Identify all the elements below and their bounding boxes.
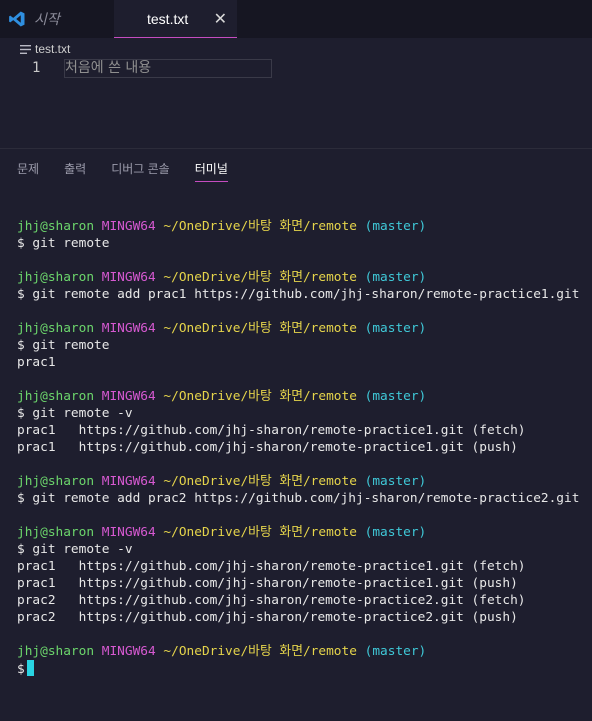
terminal-command-line: $ git remote xyxy=(17,236,110,251)
terminal-command-line: $ git remote -v xyxy=(17,542,133,557)
terminal-prompt-line: jhj@sharon MINGW64 ~/OneDrive/바탕 화면/remo… xyxy=(17,524,587,541)
prompt-user: jhj@sharon xyxy=(17,219,95,234)
tab-test-txt[interactable]: test.txt ✕ xyxy=(114,0,237,38)
terminal-prompt-line: jhj@sharon MINGW64 ~/OneDrive/바탕 화면/remo… xyxy=(17,473,587,490)
prompt-branch: (master) xyxy=(364,321,427,336)
terminal-prompt-line: jhj@sharon MINGW64 ~/OneDrive/바탕 화면/remo… xyxy=(17,643,587,660)
prompt-user: jhj@sharon xyxy=(17,525,95,540)
prompt-path: ~/OneDrive/바탕 화면/remote xyxy=(163,270,357,285)
editor-tab-bar: 시작 test.txt ✕ xyxy=(0,0,592,38)
prompt-path: ~/OneDrive/바탕 화면/remote xyxy=(163,389,357,404)
prompt-system: MINGW64 xyxy=(101,270,156,285)
prompt-branch: (master) xyxy=(364,389,427,404)
prompt-system: MINGW64 xyxy=(101,321,156,336)
prompt-branch: (master) xyxy=(364,525,427,540)
line-number: 1 xyxy=(32,60,41,76)
prompt-system: MINGW64 xyxy=(101,219,156,234)
tab-start[interactable]: 시작 xyxy=(0,0,114,38)
terminal-command-line: $ git remote xyxy=(17,338,110,353)
terminal-prompt-line: jhj@sharon MINGW64 ~/OneDrive/바탕 화면/remo… xyxy=(17,218,587,235)
tab-start-label: 시작 xyxy=(34,11,60,27)
tab-problems[interactable]: 문제 xyxy=(17,160,39,182)
panel-tabs: 문제 출력 디버그 콘솔 터미널 xyxy=(17,160,253,182)
terminal-output-line: prac1 https://github.com/jhj-sharon/remo… xyxy=(17,440,518,455)
prompt-branch: (master) xyxy=(364,644,427,659)
prompt-user: jhj@sharon xyxy=(17,389,95,404)
prompt-branch: (master) xyxy=(364,219,427,234)
terminal-output-line: prac1 https://github.com/jhj-sharon/remo… xyxy=(17,576,518,591)
terminal-command-line: $ git remote add prac2 https://github.co… xyxy=(17,491,580,506)
tab-output[interactable]: 출력 xyxy=(64,160,86,182)
bottom-panel: 문제 출력 디버그 콘솔 터미널 jhj@sharon MINGW64 ~/On… xyxy=(0,148,592,721)
text-file-icon xyxy=(20,44,31,54)
vscode-icon xyxy=(9,11,25,27)
close-icon[interactable]: ✕ xyxy=(214,9,227,29)
prompt-branch: (master) xyxy=(364,270,427,285)
prompt-system: MINGW64 xyxy=(101,474,156,489)
terminal-prompt-line: jhj@sharon MINGW64 ~/OneDrive/바탕 화면/remo… xyxy=(17,320,587,337)
prompt-system: MINGW64 xyxy=(101,525,156,540)
terminal-output-line: prac1 https://github.com/jhj-sharon/remo… xyxy=(17,423,526,438)
terminal-output-line: prac2 https://github.com/jhj-sharon/remo… xyxy=(17,593,526,608)
prompt-path: ~/OneDrive/바탕 화면/remote xyxy=(163,474,357,489)
prompt-path: ~/OneDrive/바탕 화면/remote xyxy=(163,644,357,659)
tab-debug-console[interactable]: 디버그 콘솔 xyxy=(111,160,170,182)
prompt-branch: (master) xyxy=(364,474,427,489)
prompt-user: jhj@sharon xyxy=(17,474,95,489)
terminal-output-line: prac1 https://github.com/jhj-sharon/remo… xyxy=(17,559,526,574)
prompt-system: MINGW64 xyxy=(101,389,156,404)
prompt-path: ~/OneDrive/바탕 화면/remote xyxy=(163,525,357,540)
terminal-command-line: $ git remote -v xyxy=(17,406,133,421)
editor-line[interactable]: 1 처음에 쓴 내용 xyxy=(0,59,592,78)
terminal-prompt-line: jhj@sharon MINGW64 ~/OneDrive/바탕 화면/remo… xyxy=(17,269,587,286)
terminal-input-prompt: $ xyxy=(17,662,25,677)
tab-terminal[interactable]: 터미널 xyxy=(194,160,228,182)
prompt-system: MINGW64 xyxy=(101,644,156,659)
prompt-user: jhj@sharon xyxy=(17,321,95,336)
terminal-prompt-line: jhj@sharon MINGW64 ~/OneDrive/바탕 화면/remo… xyxy=(17,388,587,405)
terminal-output-line: prac1 xyxy=(17,355,56,370)
prompt-user: jhj@sharon xyxy=(17,644,95,659)
terminal-output[interactable]: jhj@sharon MINGW64 ~/OneDrive/바탕 화면/remo… xyxy=(17,218,587,677)
terminal-output-line: prac2 https://github.com/jhj-sharon/remo… xyxy=(17,610,518,625)
breadcrumb: test.txt xyxy=(20,40,70,58)
prompt-path: ~/OneDrive/바탕 화면/remote xyxy=(163,219,357,234)
terminal-input-line: $ xyxy=(17,660,587,677)
tab-test-txt-label: test.txt xyxy=(147,10,189,27)
prompt-path: ~/OneDrive/바탕 화면/remote xyxy=(163,321,357,336)
terminal-command-line: $ git remote add prac1 https://github.co… xyxy=(17,287,580,302)
breadcrumb-file[interactable]: test.txt xyxy=(35,42,70,56)
prompt-user: jhj@sharon xyxy=(17,270,95,285)
editor-line-text[interactable]: 처음에 쓴 내용 xyxy=(64,59,273,78)
terminal-cursor[interactable] xyxy=(26,660,34,676)
